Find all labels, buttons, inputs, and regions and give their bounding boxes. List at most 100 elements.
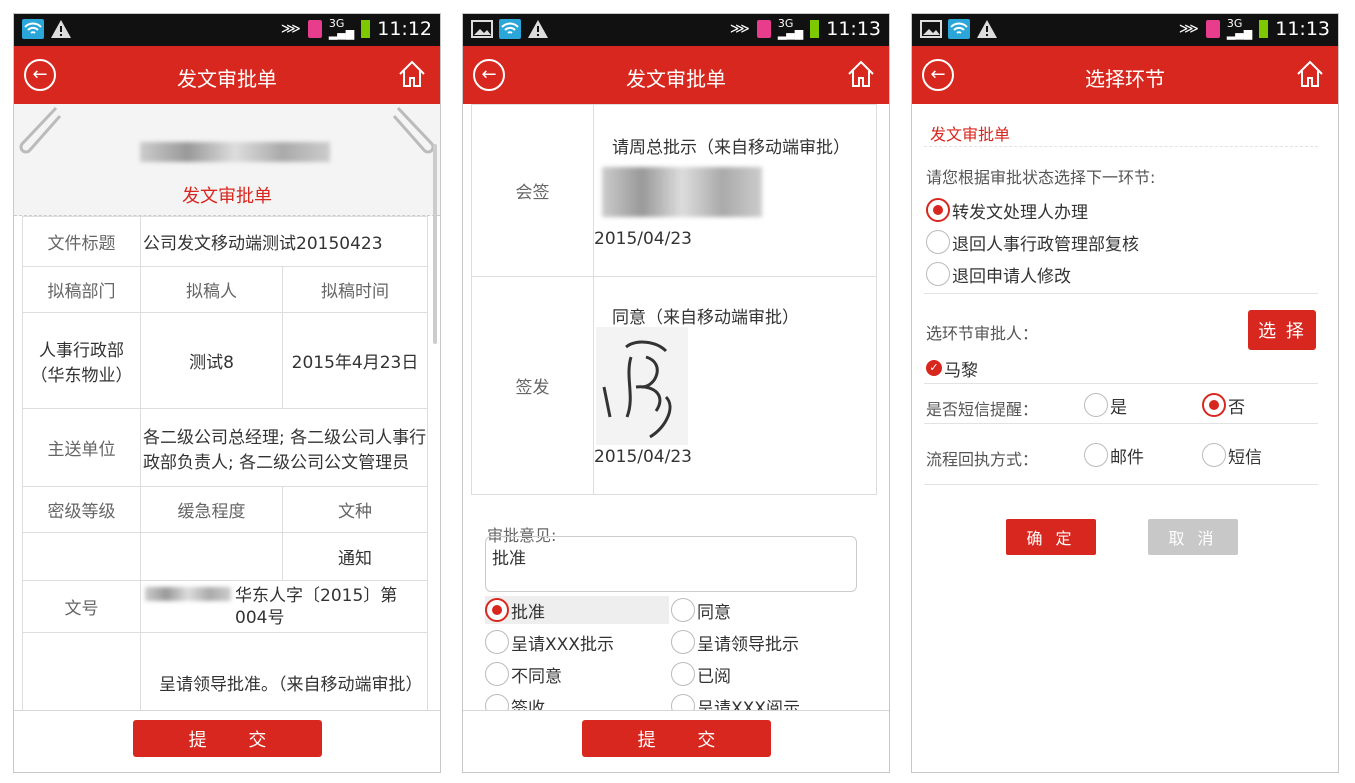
document-header: 发文审批单 [14, 104, 440, 216]
paperclip-icon [392, 106, 435, 154]
step-label: 转发文处理人办理 [952, 202, 1088, 223]
submit-button[interactable]: 提 交 [582, 720, 771, 757]
prompt-text: 请您根据审批状态选择下一环节: [926, 168, 1156, 187]
send-to-value: 各二级公司总经理; 各二级公司人事行政部负责人; 各二级公司公文管理员 [140, 408, 428, 487]
status-bar: ⋙ 3G ▂▄▆ 11:13 [463, 14, 889, 46]
urgency-label: 缓急程度 [140, 486, 283, 533]
page-title: 选择环节 [1085, 67, 1165, 91]
radio-icon [926, 262, 950, 286]
option-label: 呈请XXX阅示 [697, 698, 800, 711]
step-return-hr[interactable]: 退回人事行政管理部复核 [926, 228, 1139, 256]
gallery-icon [471, 20, 493, 38]
battery-icon [810, 20, 820, 38]
handwritten-signature [596, 327, 688, 445]
warning-icon [528, 20, 548, 38]
page-title: 发文审批单 [177, 67, 277, 91]
paperclip-icon [19, 106, 62, 154]
home-icon[interactable] [845, 58, 877, 90]
radio-icon [671, 598, 695, 622]
draft-time-value: 2015年4月23日 [282, 312, 428, 409]
option-label: 不同意 [511, 666, 562, 687]
submit-button[interactable]: 提 交 [133, 720, 322, 757]
gallery-icon [920, 20, 942, 38]
option-disagree[interactable]: 不同意 [485, 660, 562, 688]
file-title-label: 文件标题 [22, 216, 141, 267]
radio-icon [485, 630, 509, 654]
page-title: 发文审批单 [626, 67, 726, 91]
step-label: 退回人事行政管理部复核 [952, 234, 1139, 255]
document-title: 发文审批单 [182, 186, 272, 207]
radio-icon [671, 630, 695, 654]
approver-chip[interactable]: ✓ 马黎 [926, 354, 978, 382]
checkmark-icon: ✓ [926, 360, 942, 376]
option-label: 呈请领导批示 [697, 634, 799, 655]
warning-icon [51, 20, 71, 38]
sms-yes-option[interactable]: 是 [1084, 391, 1127, 419]
opinion-label [22, 632, 141, 710]
document-info-table: 文件标题 公司发文移动端测试20150423 拟稿部门 拟稿人 拟稿时间 人事行… [22, 216, 428, 710]
battery-icon [1259, 20, 1269, 38]
option-approve[interactable]: 批准 [485, 596, 669, 624]
phone-screen-2: ⋙ 3G ▂▄▆ 11:13 ← 发文审批单 会签 请周总批示（来自移动端审批） … [462, 13, 890, 773]
receipt-sms-option[interactable]: 短信 [1202, 441, 1262, 469]
home-icon[interactable] [1294, 58, 1326, 90]
option-label: 同意 [697, 602, 731, 623]
option-label: 呈请XXX批示 [511, 634, 614, 655]
status-bar: ⋙ 3G ▂▄▆ 11:13 [912, 14, 1338, 46]
section-title: 发文审批单 [930, 125, 1011, 144]
battery-icon [361, 20, 371, 38]
step-forward-handler[interactable]: 转发文处理人办理 [926, 196, 1088, 224]
sms-no-option[interactable]: 否 [1202, 391, 1245, 419]
radio-icon [1084, 443, 1108, 467]
approver-name: 马黎 [944, 360, 978, 381]
doc-number-cell: 华东人字〔2015〕第004号 [140, 580, 428, 633]
option-request-leader-instruction[interactable]: 呈请领导批示 [671, 628, 799, 656]
step-return-applicant[interactable]: 退回申请人修改 [926, 260, 1071, 288]
issue-text: 同意（来自移动端审批） [612, 308, 799, 328]
signal-icon: 3G ▂▄▆ [1226, 17, 1253, 40]
radio-icon [1202, 443, 1226, 467]
form-content[interactable]: 发文审批单 文件标题 公司发文移动端测试20150423 拟稿部门 拟稿人 拟稿… [14, 104, 440, 710]
radio-selected-icon [1202, 393, 1226, 417]
redacted-company-name [140, 142, 330, 162]
issue-label: 签发 [471, 276, 594, 495]
divider [924, 484, 1318, 485]
scrollbar[interactable] [433, 144, 437, 344]
app-notification-icon [307, 20, 322, 38]
confirm-button[interactable]: 确 定 [1006, 519, 1096, 555]
receipt-mail-option[interactable]: 邮件 [1084, 441, 1144, 469]
wifi-icon [948, 19, 970, 39]
vibrate-icon: ⋙ [729, 21, 750, 37]
header: ← 选择环节 [912, 46, 1338, 104]
form-content[interactable]: 会签 请周总批示（来自移动端审批） 2015/04/23 签发 同意（来自移动端… [463, 104, 889, 710]
divider [924, 293, 1318, 294]
header: ← 发文审批单 [14, 46, 440, 104]
radio-icon [926, 230, 950, 254]
option-read[interactable]: 已阅 [671, 660, 731, 688]
opinion-input[interactable]: 批准 [485, 536, 857, 592]
option-receive[interactable]: 签收 [485, 692, 545, 710]
countersign-text: 请周总批示（来自移动端审批） [612, 138, 850, 158]
redacted-signature [602, 167, 762, 217]
select-step-content: 发文审批单 请您根据审批状态选择下一环节: 转发文处理人办理 退回人事行政管理部… [912, 104, 1338, 772]
clock: 11:12 [377, 18, 432, 40]
receipt-sms-label: 短信 [1228, 447, 1262, 468]
opinion-value: 呈请领导批准。（来自移动端审批） [140, 632, 428, 710]
option-agree[interactable]: 同意 [671, 596, 731, 624]
cancel-button[interactable]: 取 消 [1148, 519, 1238, 555]
receipt-mail-label: 邮件 [1110, 447, 1144, 468]
radio-icon [485, 662, 509, 686]
home-icon[interactable] [396, 58, 428, 90]
issue-cell: 同意（来自移动端审批） 2015/04/23 [593, 276, 877, 495]
option-request-xxx-review[interactable]: 呈请XXX阅示 [671, 692, 800, 710]
status-bar: ⋙ 3G ▂▄▆ 11:12 [14, 14, 440, 46]
signal-icon: 3G ▂▄▆ [777, 17, 804, 40]
sms-yes-label: 是 [1110, 397, 1127, 418]
draft-time-label: 拟稿时间 [282, 266, 428, 313]
select-button[interactable]: 选 择 [1248, 310, 1316, 350]
radio-selected-icon [926, 198, 950, 222]
radio-icon [671, 694, 695, 710]
option-label: 批准 [511, 602, 545, 623]
radio-icon [1084, 393, 1108, 417]
option-request-xxx-instruction[interactable]: 呈请XXX批示 [485, 628, 614, 656]
